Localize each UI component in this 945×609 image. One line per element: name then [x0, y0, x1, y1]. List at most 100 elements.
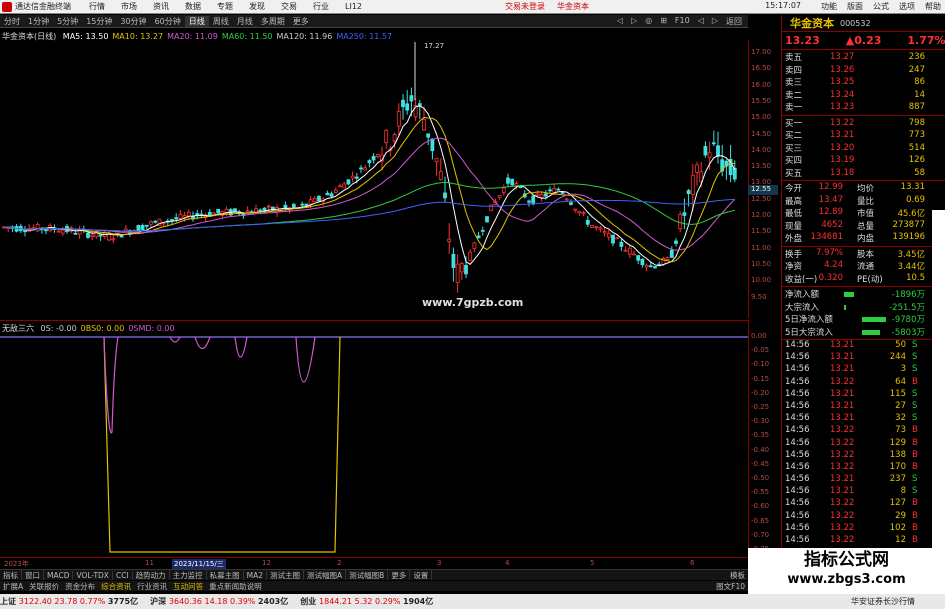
indicator-chart[interactable] — [0, 332, 748, 557]
side-toolbar[interactable] — [932, 210, 945, 560]
period-tool-5[interactable]: ◁ — [694, 16, 708, 27]
tick-row: 14:56 13.21 27 S — [782, 401, 945, 413]
menu-item-0[interactable]: 行情 — [89, 2, 105, 11]
period-tab-2[interactable]: 5分钟 — [53, 16, 82, 27]
menu-item-6[interactable]: 交易 — [281, 2, 297, 11]
period-tool-2[interactable]: ◎ — [641, 16, 656, 27]
ask-label: 卖四 — [785, 65, 803, 76]
candle-body — [548, 189, 552, 192]
right-menu-item-0[interactable]: 功能 — [821, 2, 837, 11]
indicator-tab-13[interactable]: 设置 — [410, 570, 433, 580]
indicator-tab-9[interactable]: 测试主图 — [267, 570, 305, 580]
stat-value: 45.6亿 — [897, 209, 925, 219]
right-menu-item-4[interactable]: 帮助 — [925, 2, 941, 11]
tick-side: S — [912, 388, 918, 399]
tick-price: 13.22 — [830, 449, 855, 460]
index-quote-0[interactable]: 上证 3122.40 23.78 0.77% 3775亿 — [0, 596, 138, 607]
period-tool-6[interactable]: ▷ — [708, 16, 722, 27]
stat-value: 134681 — [810, 232, 843, 242]
candle-body — [107, 234, 111, 241]
info-tab-1[interactable]: 关联报价 — [26, 581, 62, 591]
menu-item-3[interactable]: 数据 — [185, 2, 201, 11]
ask-row: 卖三 13.25 86 — [782, 76, 945, 89]
indicator-tab-0[interactable]: 指标 — [0, 570, 22, 580]
tick-time: 14:56 — [785, 522, 810, 533]
period-tab-6[interactable]: 日线 — [184, 15, 209, 27]
template-button[interactable]: 模板 — [727, 570, 748, 580]
tick-side: B — [912, 425, 918, 436]
center-item-0[interactable]: 交易未登录 — [505, 2, 545, 11]
right-menu-item-1[interactable]: 版面 — [847, 2, 863, 11]
index-change: 14.18 — [204, 597, 230, 606]
index-quote-2[interactable]: 创业 1844.21 5.32 0.29% 1904亿 — [300, 596, 433, 607]
menu-item-2[interactable]: 资讯 — [153, 2, 169, 11]
info-tab-2[interactable]: 资金分布 — [62, 581, 98, 591]
tick-volume: 129 — [889, 437, 906, 448]
tick-time: 14:56 — [785, 535, 810, 545]
period-tool-1[interactable]: ▷ — [627, 16, 641, 27]
tick-price: 13.21 — [830, 364, 855, 375]
ask-row: 卖一 13.23 887 — [782, 101, 945, 114]
indicator-tab-5[interactable]: 趋势动力 — [133, 570, 170, 580]
flow-bar — [844, 304, 846, 310]
period-tool-4[interactable]: F10 — [671, 16, 694, 27]
menu-item-4[interactable]: 专题 — [217, 2, 233, 11]
period-tab-0[interactable]: 分时 — [0, 16, 24, 27]
menu-item-5[interactable]: 发现 — [249, 2, 265, 11]
candle-body — [375, 154, 380, 157]
stat-label: 最高 — [785, 196, 803, 207]
tick-time: 14:56 — [785, 364, 810, 375]
stat-value: 3.44亿 — [897, 262, 925, 272]
indicator-tab-6[interactable]: 主力监控 — [170, 570, 207, 580]
period-tab-10[interactable]: 更多 — [289, 16, 313, 27]
bid-volume: 798 — [908, 117, 925, 128]
indicator-tab-11[interactable]: 测试幅图B — [346, 570, 389, 580]
info-tab-3[interactable]: 综合资讯 — [98, 581, 134, 591]
period-tab-1[interactable]: 1分钟 — [24, 16, 53, 27]
kline-chart[interactable] — [0, 40, 748, 318]
indicator-tab-4[interactable]: CCI — [113, 570, 133, 580]
candle-body — [716, 145, 720, 157]
index-quote-1[interactable]: 沪深 3640.36 14.18 0.39% 2403亿 — [150, 596, 288, 607]
bid-volume: 773 — [908, 130, 925, 141]
f10-button[interactable]: 图文F10 — [713, 581, 748, 591]
candle-body — [648, 265, 653, 268]
indicator-tab-3[interactable]: VOL-TDX — [73, 570, 113, 580]
period-tab-3[interactable]: 15分钟 — [82, 16, 116, 27]
period-tab-4[interactable]: 30分钟 — [116, 16, 150, 27]
period-tab-7[interactable]: 周线 — [209, 16, 233, 27]
period-tool-0[interactable]: ◁ — [613, 16, 627, 27]
menu-item-8[interactable]: LI12 — [345, 2, 362, 11]
indicator-tab-12[interactable]: 更多 — [388, 570, 411, 580]
flow-bar — [862, 317, 886, 322]
indicator-tab-7[interactable]: 私募主图 — [207, 570, 244, 580]
indicator-tab-10[interactable]: 测试幅图A — [304, 570, 347, 580]
period-tab-5[interactable]: 60分钟 — [151, 16, 185, 27]
right-menu-item-2[interactable]: 公式 — [873, 2, 889, 11]
indicator-tab-2[interactable]: MACD — [44, 570, 74, 580]
info-tab-5[interactable]: 互动问答 — [170, 581, 206, 591]
candle-body — [325, 192, 330, 196]
period-tool-3[interactable]: ⊞ — [656, 16, 671, 27]
info-tab-0[interactable]: 扩展A — [0, 581, 26, 591]
menu-item-1[interactable]: 市场 — [121, 2, 137, 11]
tick-time: 14:56 — [785, 486, 810, 497]
period-tab-9[interactable]: 多周期 — [257, 16, 289, 27]
candle-body — [590, 225, 594, 228]
center-item-1[interactable]: 华金资本 — [557, 2, 589, 11]
candle-body — [627, 247, 632, 255]
tick-list[interactable]: 14:56 13.21 50 S 14:56 13.21 244 S 14:56 13.21 3 S 1… — [782, 340, 945, 547]
tick-side: B — [912, 535, 918, 545]
bid-book: 买一 13.22 798 买二 13.21 773 买三 13.20 514 买四 13.19 126… — [782, 116, 945, 181]
right-menu-item-3[interactable]: 选项 — [899, 2, 915, 11]
info-tab-4[interactable]: 行业资讯 — [134, 581, 170, 591]
indicator-tab-1[interactable]: 窗口 — [22, 570, 44, 580]
candle-body — [690, 174, 695, 195]
panel-divider — [0, 320, 748, 321]
stat-row: 外盘 134681 内盘 139196 — [782, 232, 945, 245]
info-tab-6[interactable]: 重点新闻助说明 — [206, 581, 265, 591]
period-tab-8[interactable]: 月线 — [233, 16, 257, 27]
period-tool-7[interactable]: 返回 — [722, 16, 746, 27]
indicator-tab-8[interactable]: MA2 — [244, 570, 268, 580]
menu-item-7[interactable]: 行业 — [313, 2, 329, 11]
